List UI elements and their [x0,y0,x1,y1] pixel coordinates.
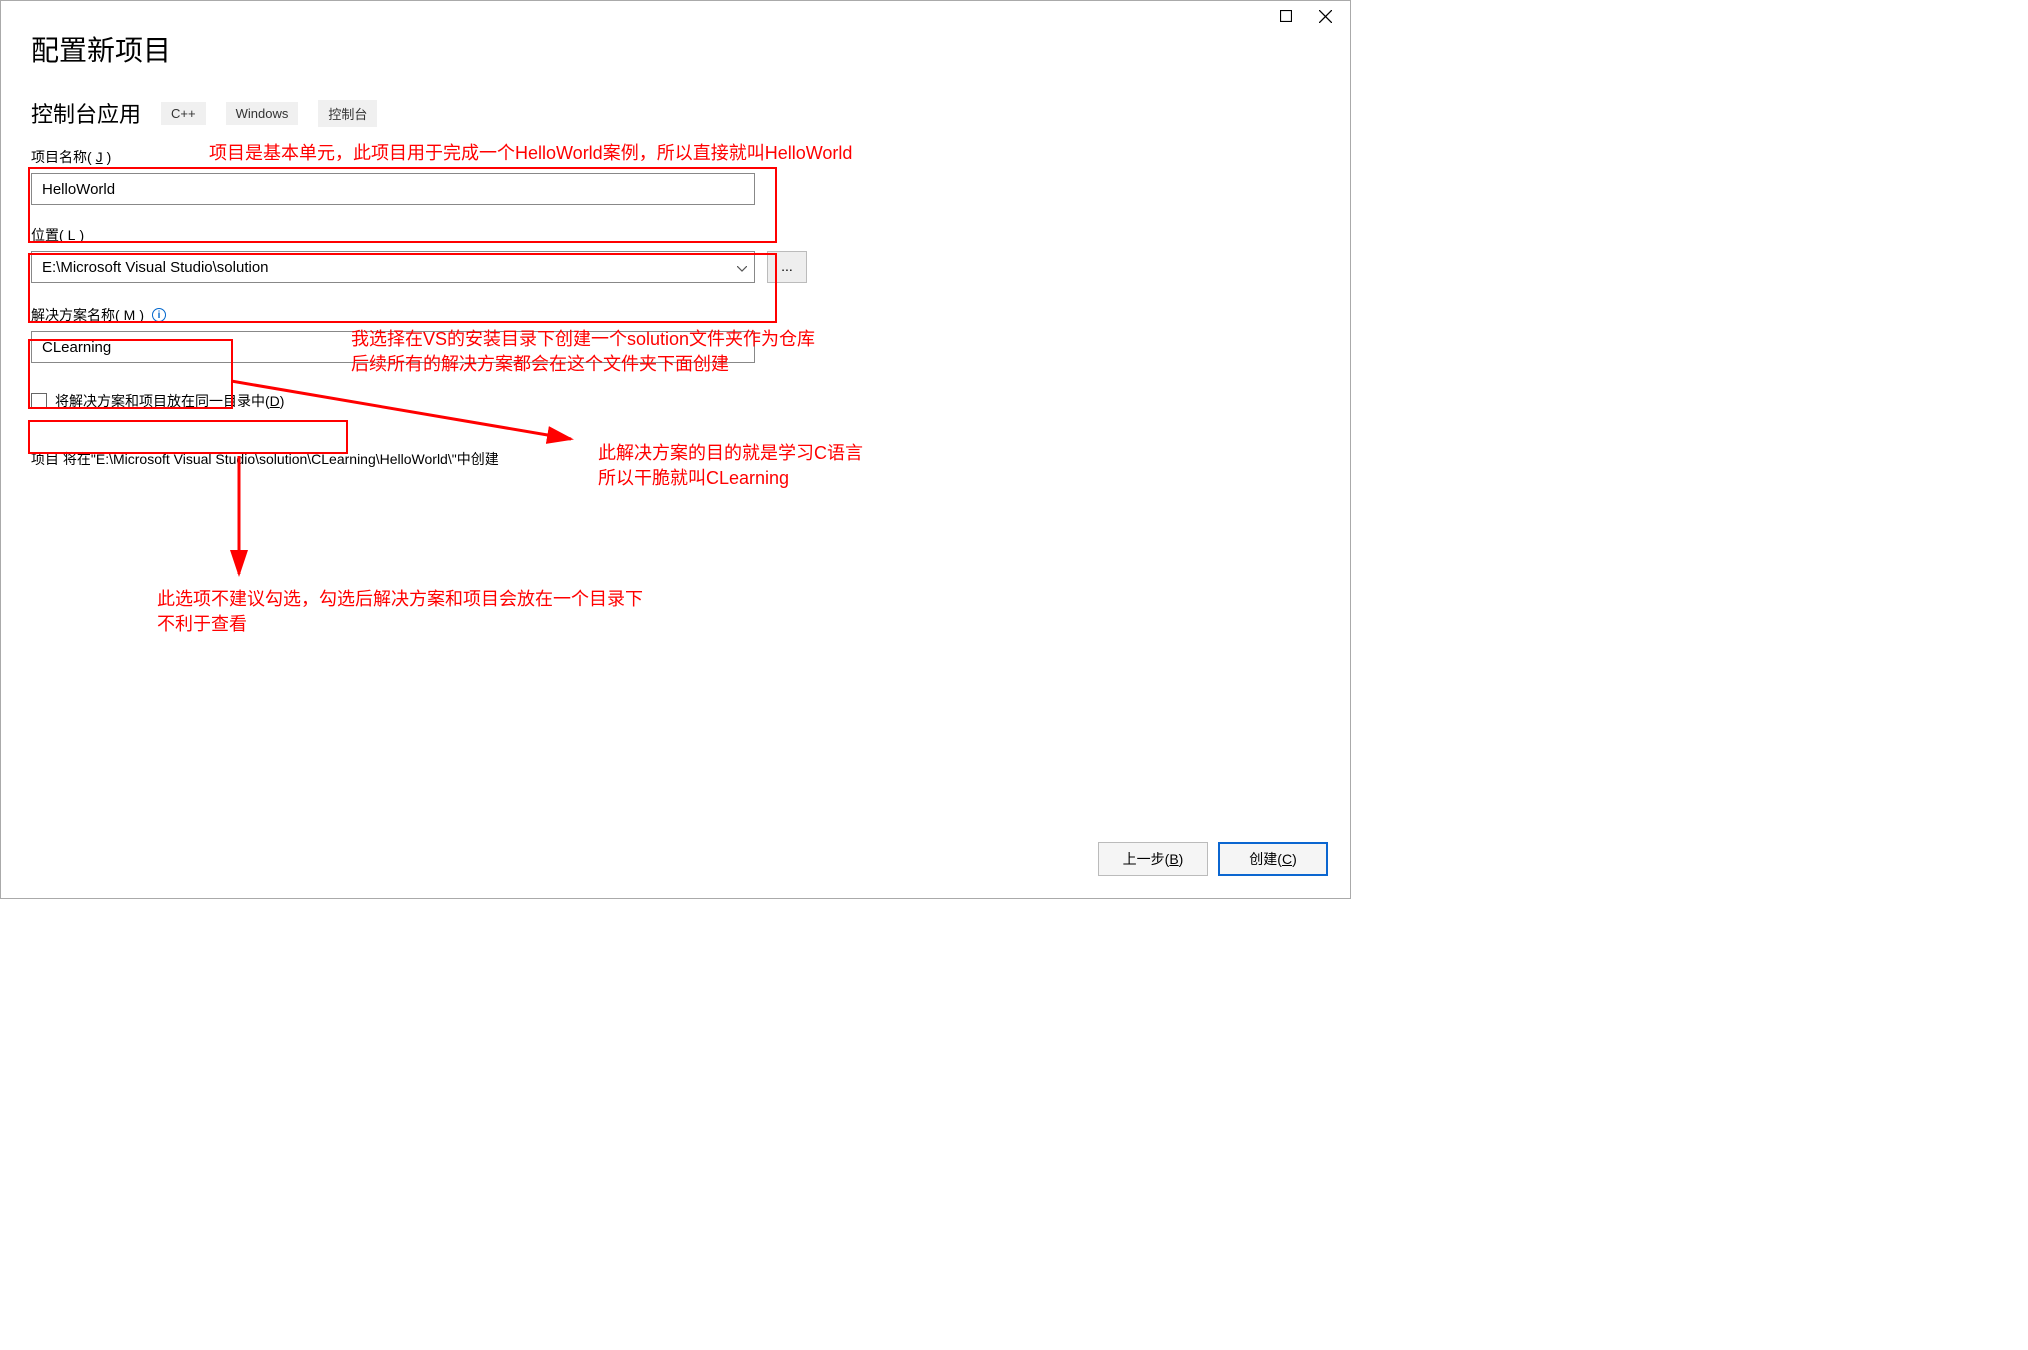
location-combo[interactable] [31,251,755,283]
close-button[interactable] [1318,9,1332,23]
browse-button[interactable]: ... [767,251,807,283]
location-label: 位置(L) [31,225,1320,245]
info-icon[interactable]: i [152,308,166,322]
same-directory-checkbox-row[interactable]: 将解决方案和项目放在同一目录中(D) [31,391,1320,411]
solution-name-label: 解决方案名称(M) i [31,305,1320,325]
checkbox-icon [31,393,47,409]
annotation-arrow-2 [221,456,261,586]
field-location: 位置(L) ... [31,225,1320,283]
maximize-button[interactable] [1279,9,1293,23]
annotation-text-2: 我选择在VS的安装目录下创建一个solution文件夹作为仓库 后续所有的解决方… [351,327,815,377]
same-directory-label: 将解决方案和项目放在同一目录中(D) [55,391,284,411]
annotation-text-1: 项目是基本单元，此项目用于完成一个HelloWorld案例，所以直接就叫Hell… [209,141,852,166]
window-controls [1279,1,1350,31]
subtitle-row: 控制台应用 C++ Windows 控制台 [31,97,1320,129]
project-name-input[interactable] [31,173,755,205]
annotation-text-4: 此选项不建议勾选，勾选后解决方案和项目会放在一个目录下 不利于查看 [157,587,643,637]
annotation-text-3: 此解决方案的目的就是学习C语言 所以干脆就叫CLearning [598,441,863,491]
project-type-label: 控制台应用 [31,97,141,129]
dialog-footer: 上一步(B) 创建(C) [1098,842,1328,876]
page-title: 配置新项目 [31,29,1320,69]
tag-windows: Windows [226,102,299,125]
create-button[interactable]: 创建(C) [1218,842,1328,876]
dialog-content: 配置新项目 控制台应用 C++ Windows 控制台 项目名称(J) 位置(L… [1,1,1350,469]
tag-console: 控制台 [318,100,377,127]
back-button[interactable]: 上一步(B) [1098,842,1208,876]
tag-cpp: C++ [161,102,206,125]
